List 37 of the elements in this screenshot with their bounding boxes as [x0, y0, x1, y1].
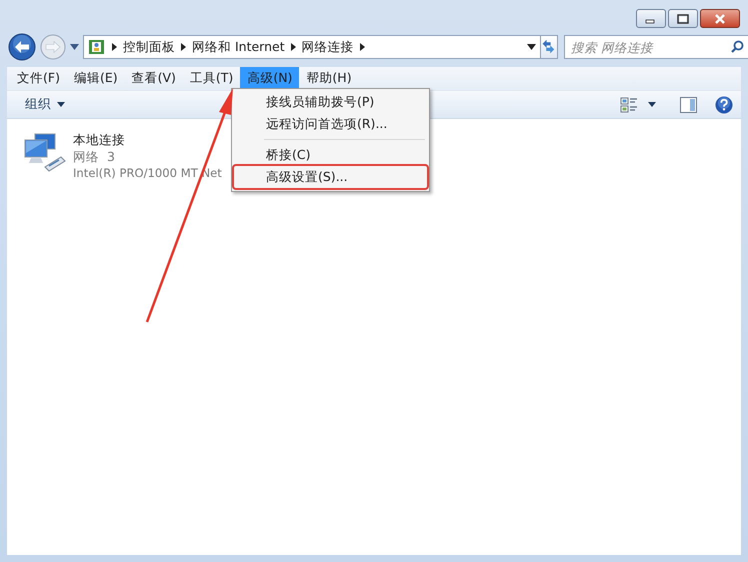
close-icon: [714, 14, 726, 24]
caret-icon: [57, 102, 65, 107]
maximize-button[interactable]: [668, 9, 698, 28]
menu-item[interactable]: 桥接(C): [234, 144, 427, 166]
address-bar[interactable]: 控制面板 网络和 Internet 网络连接: [83, 35, 541, 59]
menu-item[interactable]: 高级(N): [240, 67, 300, 90]
breadcrumb-item[interactable]: 控制面板: [123, 38, 175, 56]
chevron-icon: [290, 43, 296, 51]
breadcrumb-item[interactable]: 网络连接: [302, 38, 354, 56]
menu-item[interactable]: 高级设置(S)...: [234, 166, 427, 188]
search-icon[interactable]: [731, 40, 744, 53]
menu-item[interactable]: 工具(T): [182, 67, 240, 90]
network-label: 网络 3: [73, 148, 116, 165]
maximize-icon: [677, 14, 689, 24]
menu-item[interactable]: 查看(V): [124, 67, 183, 90]
search-field[interactable]: 搜索 网络连接: [564, 35, 748, 59]
refresh-button[interactable]: [540, 35, 558, 59]
menu-item[interactable]: 帮助(H): [299, 67, 359, 90]
view-options-icon[interactable]: [620, 96, 638, 112]
close-button[interactable]: [700, 9, 740, 28]
connection-name[interactable]: 本地连接: [73, 131, 222, 148]
dropdown-icon[interactable]: [527, 44, 536, 50]
chevron-icon: [112, 43, 117, 51]
menu-item[interactable]: 文件(F): [10, 67, 67, 90]
minimize-button[interactable]: [636, 9, 666, 28]
back-icon[interactable]: [8, 33, 36, 61]
menu-item[interactable]: 接线员辅助拨号(P): [234, 91, 427, 113]
chevron-icon: [181, 43, 186, 51]
chevron-icon: [360, 43, 365, 51]
organize-button[interactable]: 组织: [17, 95, 69, 114]
preview-pane-icon[interactable]: [680, 96, 697, 112]
menu-item[interactable]: 编辑(E): [66, 67, 125, 90]
breadcrumb-item[interactable]: 网络和 Internet: [192, 38, 285, 56]
caret-icon[interactable]: [648, 102, 656, 107]
menu-item[interactable]: 远程访问首选项(R)...: [234, 113, 427, 135]
help-icon[interactable]: [715, 96, 733, 114]
control-panel-icon: [88, 38, 106, 56]
